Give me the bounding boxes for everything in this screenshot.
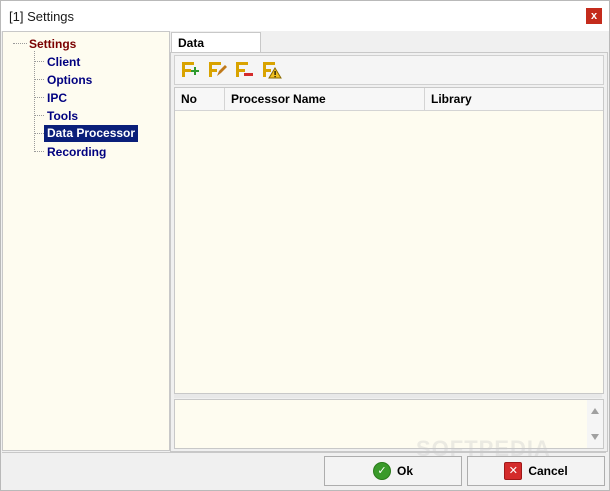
tree-connector: [34, 51, 35, 152]
splitter-handle[interactable]: [174, 394, 602, 398]
processor-table[interactable]: No Processor Name Library: [174, 87, 604, 394]
memo-scrollbar[interactable]: [587, 400, 603, 448]
column-header-no[interactable]: No: [175, 88, 225, 110]
remove-processor-button[interactable]: [233, 59, 255, 81]
tree-connector: [34, 97, 44, 98]
toolbar: [174, 55, 604, 85]
tree-item-settings[interactable]: Settings: [29, 37, 76, 51]
warning-processor-icon: [263, 62, 282, 79]
scroll-up-icon[interactable]: [591, 408, 599, 414]
window-title: [1] Settings: [9, 9, 75, 24]
cancel-x-icon: ✕: [504, 462, 523, 480]
cancel-button-label: Cancel: [528, 464, 568, 478]
tree-connector: [13, 43, 27, 44]
tree-item-tools[interactable]: Tools: [47, 109, 78, 123]
tree-item-options[interactable]: Options: [47, 73, 92, 87]
tree-connector: [34, 115, 44, 116]
tree-item-data-processor[interactable]: Data Processor: [44, 125, 139, 142]
column-header-library[interactable]: Library: [425, 88, 603, 110]
tree-connector: [34, 133, 44, 134]
warning-processor-button[interactable]: [260, 59, 282, 81]
add-processor-icon: [182, 62, 199, 77]
ok-button-label: Ok: [396, 464, 413, 478]
close-icon: x: [586, 8, 602, 24]
settings-tree: Settings Client Options IPC Tools Data P…: [2, 31, 170, 451]
ok-button[interactable]: ✓ Ok: [324, 456, 462, 486]
title-bar: [1] Settings x: [1, 1, 609, 31]
tree-item-client[interactable]: Client: [47, 55, 80, 69]
tree-connector: [34, 79, 44, 80]
tree-item-ipc[interactable]: IPC: [47, 91, 67, 105]
remove-processor-icon: [236, 62, 253, 77]
edit-processor-icon: [209, 62, 227, 77]
column-header-processor-name[interactable]: Processor Name: [225, 88, 425, 110]
tab-data-processor[interactable]: Data Processor: [171, 32, 261, 70]
tree-item-recording[interactable]: Recording: [47, 145, 106, 159]
table-header: No Processor Name Library: [175, 88, 603, 111]
tree-connector: [34, 151, 44, 152]
edit-processor-button[interactable]: [206, 59, 228, 81]
add-processor-button[interactable]: [179, 59, 201, 81]
checkmark-icon: ✓: [372, 462, 391, 480]
scroll-down-icon[interactable]: [591, 434, 599, 440]
close-button[interactable]: x: [579, 1, 609, 31]
cancel-button[interactable]: ✕ Cancel: [467, 456, 605, 486]
tree-connector: [34, 61, 44, 62]
